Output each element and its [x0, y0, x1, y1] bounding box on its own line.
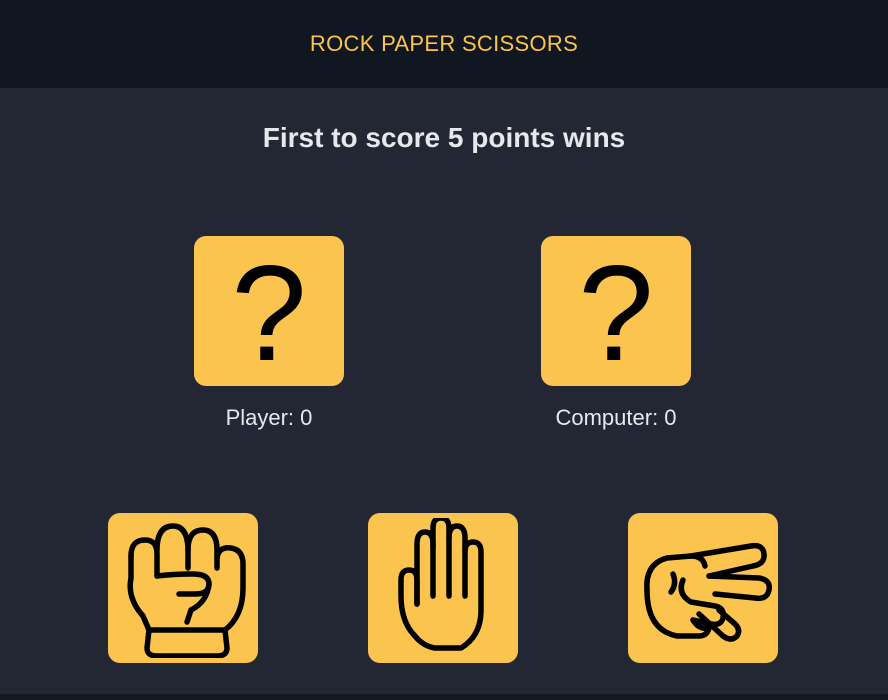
computer-choice-display: ?	[541, 236, 691, 386]
player-choice-display: ?	[194, 236, 344, 386]
computer-score: Computer: 0	[555, 405, 677, 430]
bottom-border	[0, 694, 888, 700]
open-hand-icon	[398, 518, 484, 651]
question-mark-icon: ?	[231, 237, 307, 389]
paper-button[interactable]	[368, 513, 518, 663]
app-title: ROCK PAPER SCISSORS	[309, 31, 579, 56]
rock-button[interactable]	[108, 513, 258, 663]
scissors-hand-icon	[644, 542, 773, 642]
question-mark-icon: ?	[578, 237, 654, 389]
player-score: Player: 0	[225, 405, 313, 430]
scissors-button[interactable]	[628, 513, 778, 663]
app-header: ROCK PAPER SCISSORS	[0, 0, 888, 88]
game-rule-text: First to score 5 points wins	[262, 122, 626, 153]
fist-icon	[127, 523, 246, 658]
